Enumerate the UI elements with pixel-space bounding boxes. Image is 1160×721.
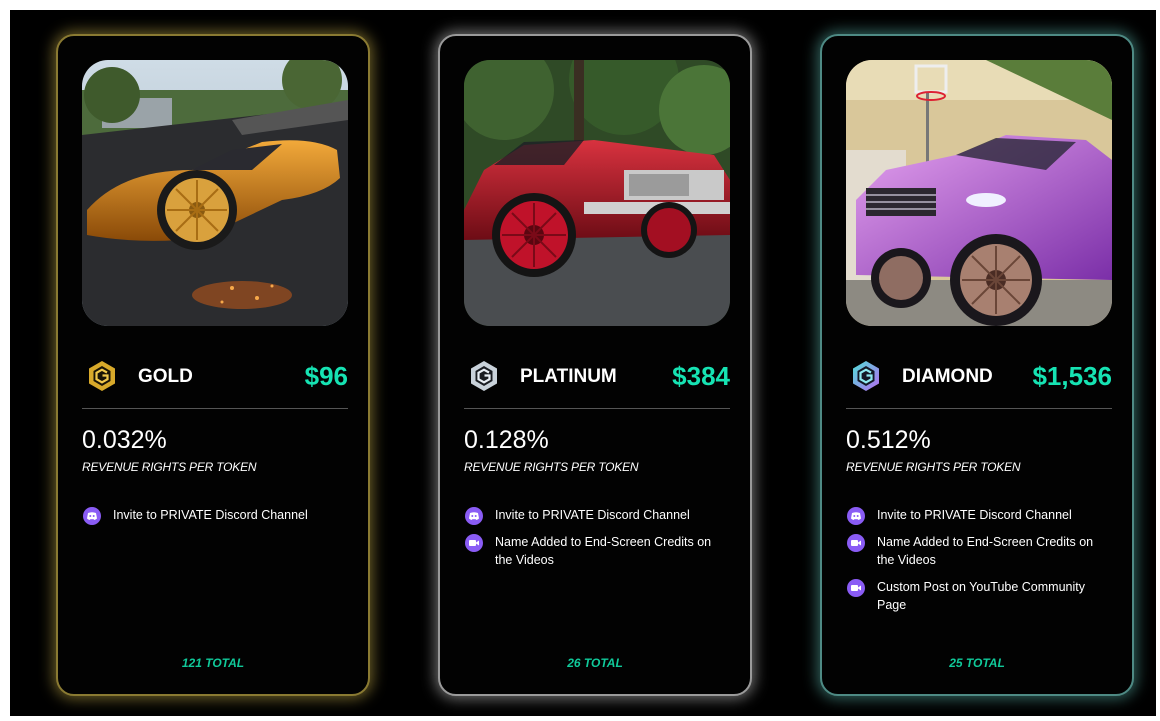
perk-item: Name Added to End-Screen Credits on the … [464, 533, 730, 569]
perk-label: Invite to PRIVATE Discord Channel [877, 508, 1072, 522]
revenue-percent: 0.128% [464, 426, 549, 454]
tier-name: GOLD [138, 366, 193, 387]
car-image-platinum [464, 60, 730, 326]
tier-card-gold[interactable]: GOLD $96 0.032% REVENUE RIGHTS PER TOKEN… [56, 34, 370, 696]
perk-list: Invite to PRIVATE Discord Channel Name A… [846, 506, 1112, 623]
revenue-percent: 0.512% [846, 426, 931, 454]
video-camera-icon [847, 534, 865, 552]
tier-name: DIAMOND [902, 366, 993, 387]
hexagon-g-logo-icon [853, 361, 879, 391]
perk-item: Invite to PRIVATE Discord Channel [846, 506, 1112, 525]
tier-header-gold: GOLD $96 [82, 358, 348, 394]
token-total: 121 TOTAL [181, 656, 245, 670]
revenue-rights-label: REVENUE RIGHTS PER TOKEN [846, 460, 1021, 474]
revenue-percent: 0.032% [82, 426, 167, 454]
tier-price: $1,536 [1032, 361, 1112, 391]
perk-label: Name Added to End-Screen Credits on the … [495, 535, 712, 567]
video-camera-icon [465, 534, 483, 552]
divider [464, 408, 730, 409]
car-image-diamond [846, 60, 1112, 326]
hexagon-g-logo-icon [471, 361, 497, 391]
token-total: 25 TOTAL [949, 656, 1005, 670]
video-camera-icon [847, 579, 865, 597]
car-image-gold [82, 60, 348, 326]
perk-label: Invite to PRIVATE Discord Channel [113, 508, 308, 522]
perk-item: Name Added to End-Screen Credits on the … [846, 533, 1112, 569]
perk-label: Custom Post on YouTube Community Page [877, 580, 1085, 612]
perk-item: Custom Post on YouTube Community Page [846, 578, 1112, 614]
tier-header-platinum: PLATINUM $384 [464, 358, 730, 394]
tier-price: $96 [304, 361, 348, 391]
perk-label: Name Added to End-Screen Credits on the … [877, 535, 1094, 567]
revenue-rights-label: REVENUE RIGHTS PER TOKEN [82, 460, 257, 474]
perk-item: Invite to PRIVATE Discord Channel [464, 506, 730, 525]
tier-card-platinum[interactable]: PLATINUM $384 0.128% REVENUE RIGHTS PER … [438, 34, 752, 696]
perk-item: Invite to PRIVATE Discord Channel [82, 506, 348, 525]
discord-icon [83, 507, 101, 525]
revenue-rights-label: REVENUE RIGHTS PER TOKEN [464, 460, 639, 474]
hexagon-g-logo-icon [89, 361, 115, 391]
divider [846, 408, 1112, 409]
tier-price: $384 [672, 361, 730, 391]
tier-cards-panel: GOLD $96 0.032% REVENUE RIGHTS PER TOKEN… [10, 10, 1156, 716]
perk-list: Invite to PRIVATE Discord Channel Name A… [464, 506, 730, 578]
perk-list: Invite to PRIVATE Discord Channel [82, 506, 348, 533]
token-total: 26 TOTAL [567, 656, 623, 670]
discord-icon [847, 507, 865, 525]
tier-card-diamond[interactable]: DIAMOND $1,536 0.512% REVENUE RIGHTS PER… [820, 34, 1134, 696]
divider [82, 408, 348, 409]
perk-label: Invite to PRIVATE Discord Channel [495, 508, 690, 522]
tier-name: PLATINUM [520, 366, 617, 387]
discord-icon [465, 507, 483, 525]
tier-header-diamond: DIAMOND $1,536 [846, 358, 1112, 394]
